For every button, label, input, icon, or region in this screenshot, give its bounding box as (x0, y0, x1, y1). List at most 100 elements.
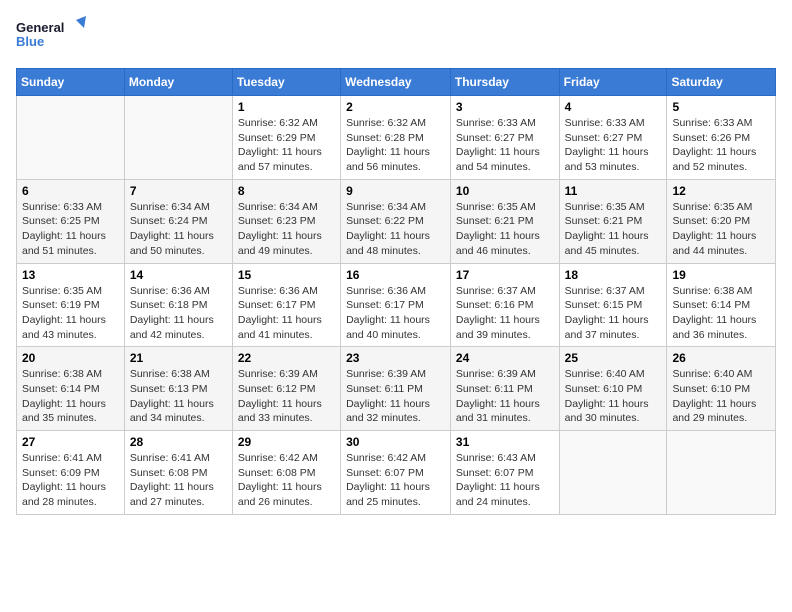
day-number: 16 (346, 268, 445, 282)
weekday-header-thursday: Thursday (450, 69, 559, 96)
calendar-cell: 16 Sunrise: 6:36 AMSunset: 6:17 PMDayligh… (341, 263, 451, 347)
calendar-cell: 4 Sunrise: 6:33 AMSunset: 6:27 PMDaylight… (559, 96, 667, 180)
calendar-cell: 11 Sunrise: 6:35 AMSunset: 6:21 PMDayligh… (559, 179, 667, 263)
day-number: 19 (672, 268, 770, 282)
calendar-cell: 5 Sunrise: 6:33 AMSunset: 6:26 PMDaylight… (667, 96, 776, 180)
day-info: Sunrise: 6:40 AMSunset: 6:10 PMDaylight:… (672, 367, 770, 426)
day-number: 31 (456, 435, 554, 449)
day-number: 6 (22, 184, 119, 198)
day-info: Sunrise: 6:34 AMSunset: 6:22 PMDaylight:… (346, 200, 445, 259)
day-number: 9 (346, 184, 445, 198)
day-number: 8 (238, 184, 335, 198)
weekday-header-tuesday: Tuesday (232, 69, 340, 96)
calendar-cell: 26 Sunrise: 6:40 AMSunset: 6:10 PMDayligh… (667, 347, 776, 431)
day-info: Sunrise: 6:34 AMSunset: 6:24 PMDaylight:… (130, 200, 227, 259)
day-info: Sunrise: 6:33 AMSunset: 6:26 PMDaylight:… (672, 116, 770, 175)
weekday-header-monday: Monday (124, 69, 232, 96)
calendar-cell: 28 Sunrise: 6:41 AMSunset: 6:08 PMDayligh… (124, 431, 232, 515)
day-info: Sunrise: 6:32 AMSunset: 6:28 PMDaylight:… (346, 116, 445, 175)
day-info: Sunrise: 6:35 AMSunset: 6:20 PMDaylight:… (672, 200, 770, 259)
day-number: 22 (238, 351, 335, 365)
day-info: Sunrise: 6:32 AMSunset: 6:29 PMDaylight:… (238, 116, 335, 175)
calendar-cell (17, 96, 125, 180)
svg-text:General: General (16, 20, 64, 35)
calendar-cell: 2 Sunrise: 6:32 AMSunset: 6:28 PMDaylight… (341, 96, 451, 180)
day-info: Sunrise: 6:33 AMSunset: 6:27 PMDaylight:… (565, 116, 662, 175)
calendar-cell: 13 Sunrise: 6:35 AMSunset: 6:19 PMDayligh… (17, 263, 125, 347)
day-info: Sunrise: 6:36 AMSunset: 6:17 PMDaylight:… (346, 284, 445, 343)
day-number: 11 (565, 184, 662, 198)
logo: General Blue (16, 16, 86, 56)
day-info: Sunrise: 6:38 AMSunset: 6:13 PMDaylight:… (130, 367, 227, 426)
day-info: Sunrise: 6:42 AMSunset: 6:08 PMDaylight:… (238, 451, 335, 510)
day-number: 7 (130, 184, 227, 198)
day-number: 26 (672, 351, 770, 365)
day-info: Sunrise: 6:36 AMSunset: 6:18 PMDaylight:… (130, 284, 227, 343)
day-number: 29 (238, 435, 335, 449)
day-number: 4 (565, 100, 662, 114)
day-info: Sunrise: 6:35 AMSunset: 6:19 PMDaylight:… (22, 284, 119, 343)
day-number: 27 (22, 435, 119, 449)
day-number: 15 (238, 268, 335, 282)
day-number: 30 (346, 435, 445, 449)
day-number: 3 (456, 100, 554, 114)
calendar-cell (124, 96, 232, 180)
day-number: 10 (456, 184, 554, 198)
calendar-cell: 8Sunrise: 6:34 AMSunset: 6:23 PMDaylight… (232, 179, 340, 263)
calendar-cell: 27 Sunrise: 6:41 AMSunset: 6:09 PMDayligh… (17, 431, 125, 515)
day-info: Sunrise: 6:41 AMSunset: 6:08 PMDaylight:… (130, 451, 227, 510)
calendar-cell: 18Sunrise: 6:37 AMSunset: 6:15 PMDayligh… (559, 263, 667, 347)
day-info: Sunrise: 6:39 AMSunset: 6:12 PMDaylight:… (238, 367, 335, 426)
calendar-cell: 6 Sunrise: 6:33 AMSunset: 6:25 PMDaylight… (17, 179, 125, 263)
day-info: Sunrise: 6:40 AMSunset: 6:10 PMDaylight:… (565, 367, 662, 426)
calendar-cell: 20 Sunrise: 6:38 AMSunset: 6:14 PMDayligh… (17, 347, 125, 431)
day-number: 24 (456, 351, 554, 365)
day-info: Sunrise: 6:35 AMSunset: 6:21 PMDaylight:… (565, 200, 662, 259)
day-number: 1 (238, 100, 335, 114)
day-number: 12 (672, 184, 770, 198)
day-number: 17 (456, 268, 554, 282)
day-number: 28 (130, 435, 227, 449)
calendar-cell: 1 Sunrise: 6:32 AMSunset: 6:29 PMDaylight… (232, 96, 340, 180)
day-info: Sunrise: 6:38 AMSunset: 6:14 PMDaylight:… (672, 284, 770, 343)
weekday-header-wednesday: Wednesday (341, 69, 451, 96)
calendar-cell: 25 Sunrise: 6:40 AMSunset: 6:10 PMDayligh… (559, 347, 667, 431)
calendar-cell (667, 431, 776, 515)
calendar-cell: 31 Sunrise: 6:43 AMSunset: 6:07 PMDayligh… (450, 431, 559, 515)
day-number: 21 (130, 351, 227, 365)
day-info: Sunrise: 6:43 AMSunset: 6:07 PMDaylight:… (456, 451, 554, 510)
calendar-cell: 7 Sunrise: 6:34 AMSunset: 6:24 PMDaylight… (124, 179, 232, 263)
day-number: 5 (672, 100, 770, 114)
weekday-header-friday: Friday (559, 69, 667, 96)
day-info: Sunrise: 6:38 AMSunset: 6:14 PMDaylight:… (22, 367, 119, 426)
day-number: 2 (346, 100, 445, 114)
calendar-cell: 15 Sunrise: 6:36 AMSunset: 6:17 PMDayligh… (232, 263, 340, 347)
day-info: Sunrise: 6:39 AMSunset: 6:11 PMDaylight:… (456, 367, 554, 426)
calendar-cell: 12 Sunrise: 6:35 AMSunset: 6:20 PMDayligh… (667, 179, 776, 263)
calendar-cell: 21 Sunrise: 6:38 AMSunset: 6:13 PMDayligh… (124, 347, 232, 431)
calendar-cell: 30Sunrise: 6:42 AMSunset: 6:07 PMDayligh… (341, 431, 451, 515)
calendar-cell (559, 431, 667, 515)
day-info: Sunrise: 6:36 AMSunset: 6:17 PMDaylight:… (238, 284, 335, 343)
day-info: Sunrise: 6:37 AMSunset: 6:16 PMDaylight:… (456, 284, 554, 343)
calendar-cell: 24 Sunrise: 6:39 AMSunset: 6:11 PMDayligh… (450, 347, 559, 431)
calendar-cell: 17 Sunrise: 6:37 AMSunset: 6:16 PMDayligh… (450, 263, 559, 347)
calendar-cell: 19 Sunrise: 6:38 AMSunset: 6:14 PMDayligh… (667, 263, 776, 347)
day-number: 25 (565, 351, 662, 365)
logo-svg: General Blue (16, 16, 86, 56)
day-number: 13 (22, 268, 119, 282)
day-info: Sunrise: 6:41 AMSunset: 6:09 PMDaylight:… (22, 451, 119, 510)
day-info: Sunrise: 6:37 AMSunset: 6:15 PMDaylight:… (565, 284, 662, 343)
page-header: General Blue (16, 16, 776, 56)
day-info: Sunrise: 6:33 AMSunset: 6:25 PMDaylight:… (22, 200, 119, 259)
day-number: 20 (22, 351, 119, 365)
calendar-cell: 14 Sunrise: 6:36 AMSunset: 6:18 PMDayligh… (124, 263, 232, 347)
calendar-cell: 29 Sunrise: 6:42 AMSunset: 6:08 PMDayligh… (232, 431, 340, 515)
weekday-header-saturday: Saturday (667, 69, 776, 96)
calendar-table: SundayMondayTuesdayWednesdayThursdayFrid… (16, 68, 776, 515)
calendar-cell: 9 Sunrise: 6:34 AMSunset: 6:22 PMDaylight… (341, 179, 451, 263)
day-number: 23 (346, 351, 445, 365)
weekday-header-sunday: Sunday (17, 69, 125, 96)
calendar-cell: 10Sunrise: 6:35 AMSunset: 6:21 PMDayligh… (450, 179, 559, 263)
day-number: 14 (130, 268, 227, 282)
